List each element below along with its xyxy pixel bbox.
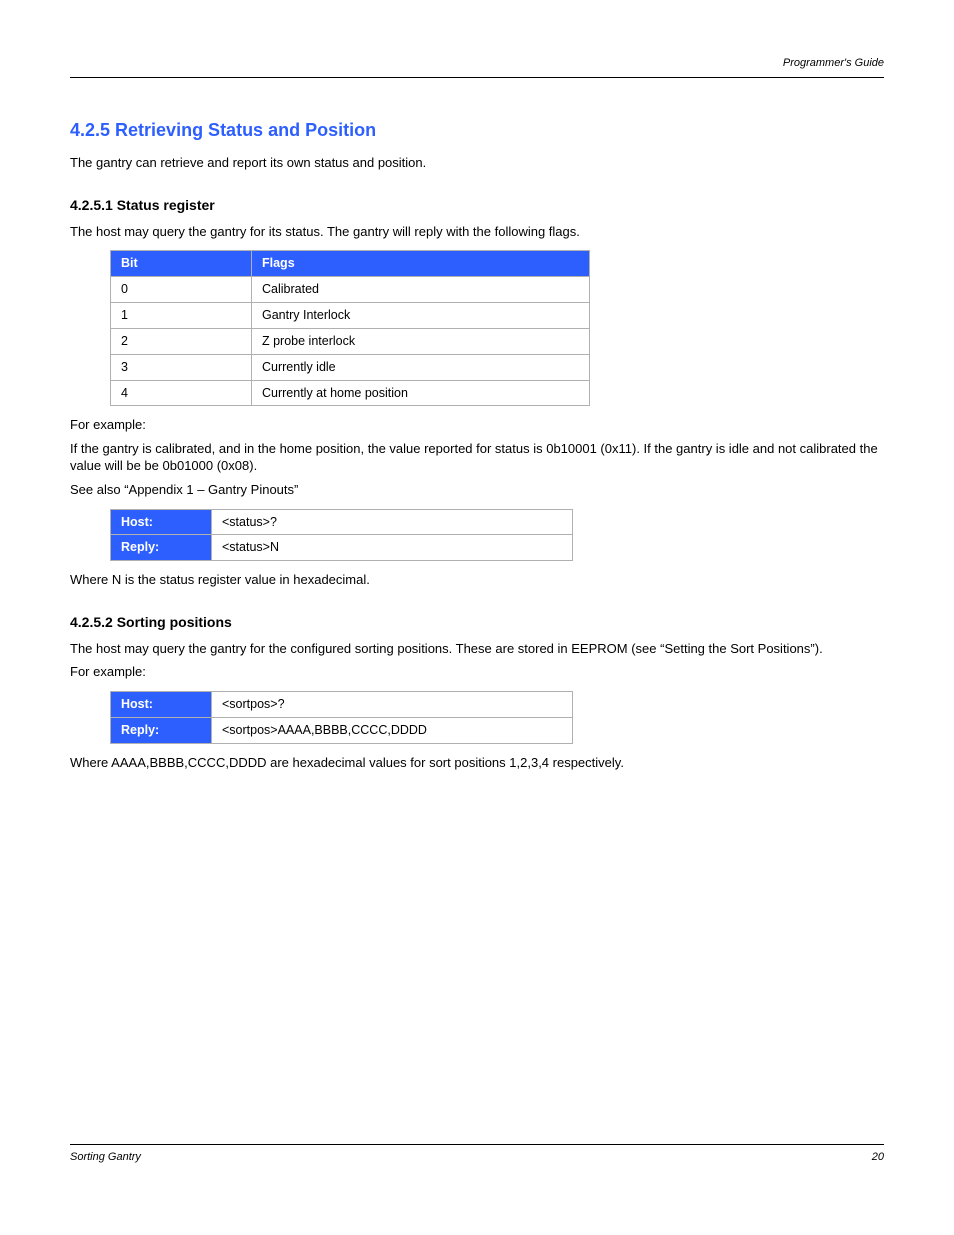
running-header: Programmer's Guide xyxy=(70,56,884,71)
status-intro: The host may query the gantry for its st… xyxy=(70,223,884,241)
cmd-host-label: Host: xyxy=(111,691,212,717)
footer: Sorting Gantry 20 xyxy=(70,1150,884,1165)
cmd-reply-value: <status>N xyxy=(212,535,573,561)
cmd-reply-value: <sortpos>AAAA,BBBB,CCCC,DDDD xyxy=(212,717,573,743)
header-rule xyxy=(70,77,884,78)
table-row: Host: <status>? xyxy=(111,509,573,535)
cell-flag: Currently idle xyxy=(252,354,590,380)
table-row: 2 Z probe interlock xyxy=(111,328,590,354)
table-row: Reply: <status>N xyxy=(111,535,573,561)
cmd-host-label: Host: xyxy=(111,509,212,535)
sortpos-example-label: For example: xyxy=(70,663,884,681)
cell-bit: 1 xyxy=(111,302,252,328)
cell-flag: Currently at home position xyxy=(252,380,590,406)
footer-right: 20 xyxy=(872,1150,884,1165)
cell-flag: Calibrated xyxy=(252,277,590,303)
table-row: 4 Currently at home position xyxy=(111,380,590,406)
cmd-host-value: <status>? xyxy=(212,509,573,535)
table-row: Reply: <sortpos>AAAA,BBBB,CCCC,DDDD xyxy=(111,717,573,743)
status-flags-table: Bit Flags 0 Calibrated 1 Gantry Interloc… xyxy=(110,250,590,406)
cmd-reply-label: Reply: xyxy=(111,535,212,561)
cell-flag: Z probe interlock xyxy=(252,328,590,354)
status-command-table: Host: <status>? Reply: <status>N xyxy=(110,509,573,562)
table-row: 0 Calibrated xyxy=(111,277,590,303)
col-bit: Bit xyxy=(111,251,252,277)
cell-bit: 4 xyxy=(111,380,252,406)
sortpos-command-table: Host: <sortpos>? Reply: <sortpos>AAAA,BB… xyxy=(110,691,573,744)
sortpos-heading: 4.2.5.2 Sorting positions xyxy=(70,613,884,632)
table-row: 1 Gantry Interlock xyxy=(111,302,590,328)
example-explain: If the gantry is calibrated, and in the … xyxy=(70,440,884,475)
table-header-row: Bit Flags xyxy=(111,251,590,277)
footer-left: Sorting Gantry xyxy=(70,1150,141,1165)
sortpos-intro: The host may query the gantry for the co… xyxy=(70,640,884,658)
cell-bit: 3 xyxy=(111,354,252,380)
cell-bit: 0 xyxy=(111,277,252,303)
col-flags: Flags xyxy=(252,251,590,277)
table-row: Host: <sortpos>? xyxy=(111,691,573,717)
cmd-host-value: <sortpos>? xyxy=(212,691,573,717)
page: Programmer's Guide 4.2.5 Retrieving Stat… xyxy=(0,0,954,1235)
example-label: For example: xyxy=(70,416,884,434)
see-also: See also “Appendix 1 – Gantry Pinouts” xyxy=(70,481,884,499)
status-heading: 4.2.5.1 Status register xyxy=(70,196,884,215)
cmd-reply-label: Reply: xyxy=(111,717,212,743)
table-row: 3 Currently idle xyxy=(111,354,590,380)
running-header-right: Programmer's Guide xyxy=(783,56,884,71)
footer-rule xyxy=(70,1144,884,1145)
status-where: Where N is the status register value in … xyxy=(70,571,884,589)
sortpos-where: Where AAAA,BBBB,CCCC,DDDD are hexadecima… xyxy=(70,754,884,772)
section-heading: 4.2.5 Retrieving Status and Position xyxy=(70,118,884,142)
cell-flag: Gantry Interlock xyxy=(252,302,590,328)
cell-bit: 2 xyxy=(111,328,252,354)
section-intro: The gantry can retrieve and report its o… xyxy=(70,154,884,172)
